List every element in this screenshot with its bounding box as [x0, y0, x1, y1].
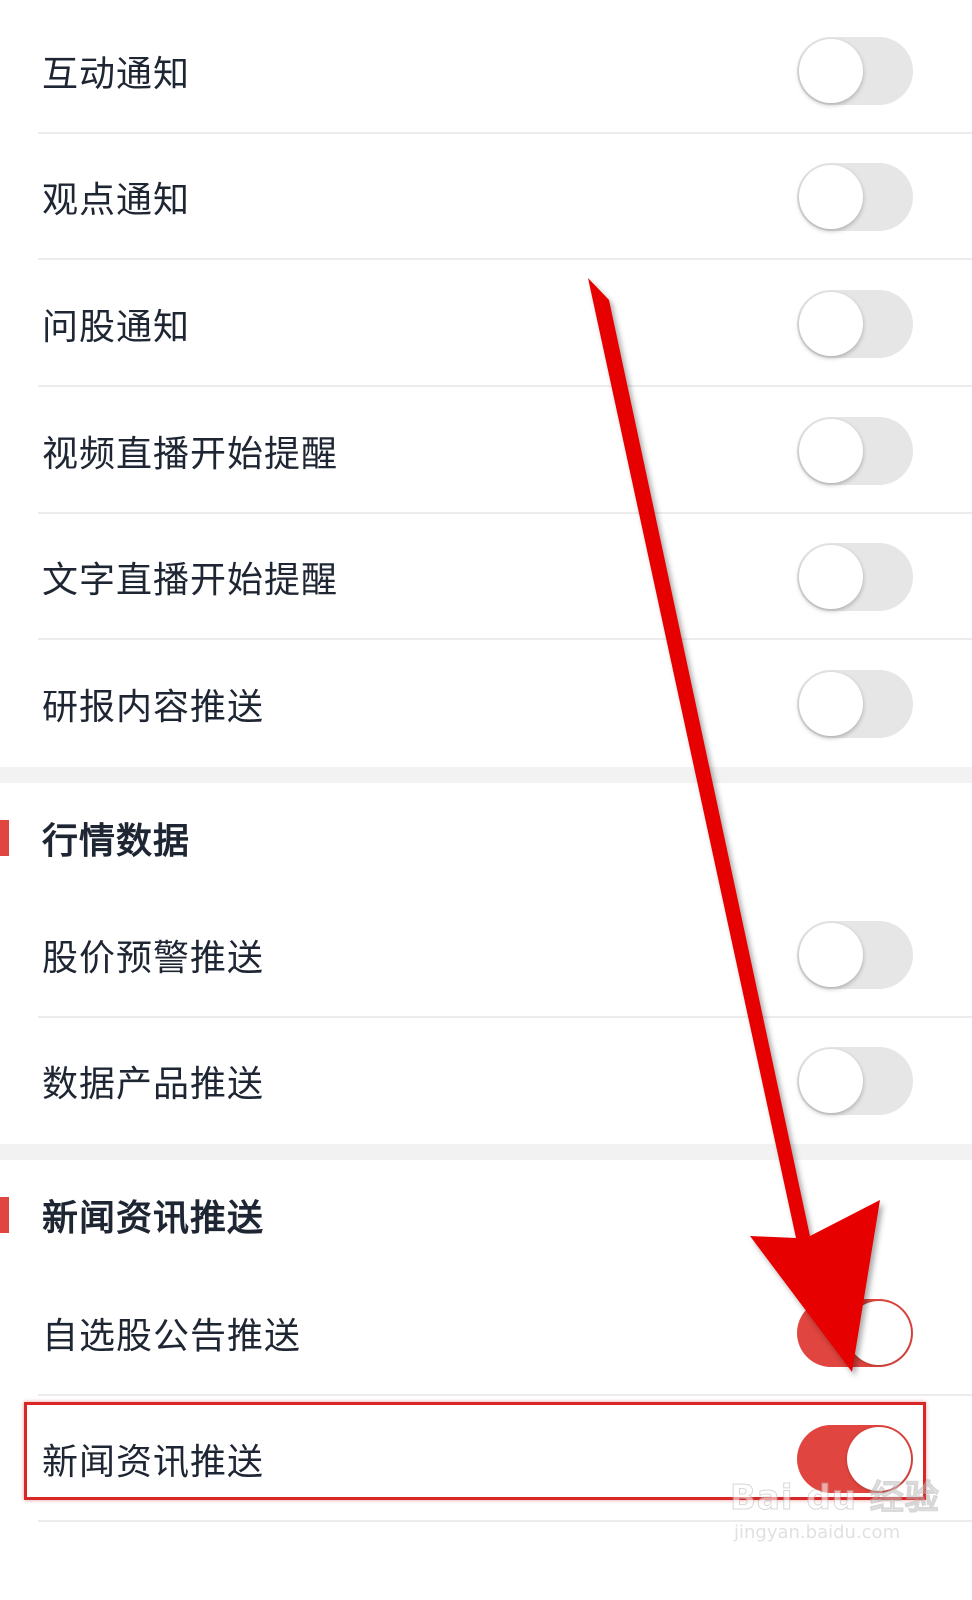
- setting-row-price-alert[interactable]: 股价预警推送: [0, 892, 972, 1018]
- setting-label: 自选股公告推送: [42, 1316, 302, 1357]
- toggle-knob: [847, 1427, 911, 1491]
- section-accent-bar: [0, 820, 9, 856]
- setting-label: 视频直播开始提醒: [42, 434, 339, 475]
- interaction-notify-toggle[interactable]: [797, 37, 913, 105]
- setting-row-ask-stock[interactable]: 问股通知: [0, 261, 972, 387]
- toggle-knob: [799, 923, 863, 987]
- video-live-reminder-toggle[interactable]: [797, 417, 913, 485]
- row-divider: [38, 1520, 972, 1522]
- setting-label: 研报内容推送: [42, 687, 265, 728]
- setting-label: 文字直播开始提醒: [42, 560, 339, 601]
- row-divider: [38, 258, 972, 260]
- setting-label: 数据产品推送: [42, 1064, 265, 1105]
- section-header-news: 新闻资讯推送: [0, 1160, 972, 1270]
- setting-row-interaction[interactable]: 互动通知: [0, 8, 972, 134]
- text-live-reminder-toggle[interactable]: [797, 543, 913, 611]
- price-alert-push-toggle[interactable]: [797, 921, 913, 989]
- data-product-push-toggle[interactable]: [797, 1047, 913, 1115]
- row-divider: [38, 638, 972, 640]
- setting-row-news-push[interactable]: 新闻资讯推送: [0, 1396, 972, 1522]
- section-gap: [0, 1144, 972, 1160]
- row-divider: [38, 385, 972, 387]
- section-gap: [0, 767, 972, 783]
- toggle-knob: [799, 419, 863, 483]
- news-push-toggle[interactable]: [797, 1425, 913, 1493]
- setting-label: 问股通知: [42, 307, 191, 348]
- toggle-knob: [799, 292, 863, 356]
- setting-row-viewpoint[interactable]: 观点通知: [0, 134, 972, 260]
- setting-row-research-report[interactable]: 研报内容推送: [0, 641, 972, 767]
- toggle-knob: [847, 1301, 911, 1365]
- setting-label: 股价预警推送: [42, 938, 265, 979]
- toggle-knob: [799, 672, 863, 736]
- watchlist-announcement-push-toggle[interactable]: [797, 1299, 913, 1367]
- toggle-knob: [799, 1049, 863, 1113]
- toggle-knob: [799, 39, 863, 103]
- setting-row-video-live[interactable]: 视频直播开始提醒: [0, 388, 972, 514]
- section-title: 行情数据: [42, 821, 191, 862]
- toggle-knob: [799, 545, 863, 609]
- setting-label: 新闻资讯推送: [42, 1442, 265, 1483]
- research-report-push-toggle[interactable]: [797, 670, 913, 738]
- section-header-market-data: 行情数据: [0, 783, 972, 893]
- setting-label: 互动通知: [42, 54, 191, 95]
- viewpoint-notify-toggle[interactable]: [797, 163, 913, 231]
- setting-row-watchlist-announcement[interactable]: 自选股公告推送: [0, 1270, 972, 1396]
- ask-stock-notify-toggle[interactable]: [797, 290, 913, 358]
- setting-row-data-product[interactable]: 数据产品推送: [0, 1018, 972, 1144]
- toggle-knob: [799, 165, 863, 229]
- section-accent-bar: [0, 1197, 9, 1233]
- setting-label: 观点通知: [42, 180, 191, 221]
- section-title: 新闻资讯推送: [42, 1198, 265, 1239]
- notification-settings-screen: 互动通知 观点通知 问股通知 视频直播开始提醒 文字直播开始提醒 研报内容推送 …: [0, 0, 972, 1600]
- setting-row-text-live[interactable]: 文字直播开始提醒: [0, 514, 972, 640]
- watermark-url: jingyan.baidu.com: [734, 1522, 901, 1543]
